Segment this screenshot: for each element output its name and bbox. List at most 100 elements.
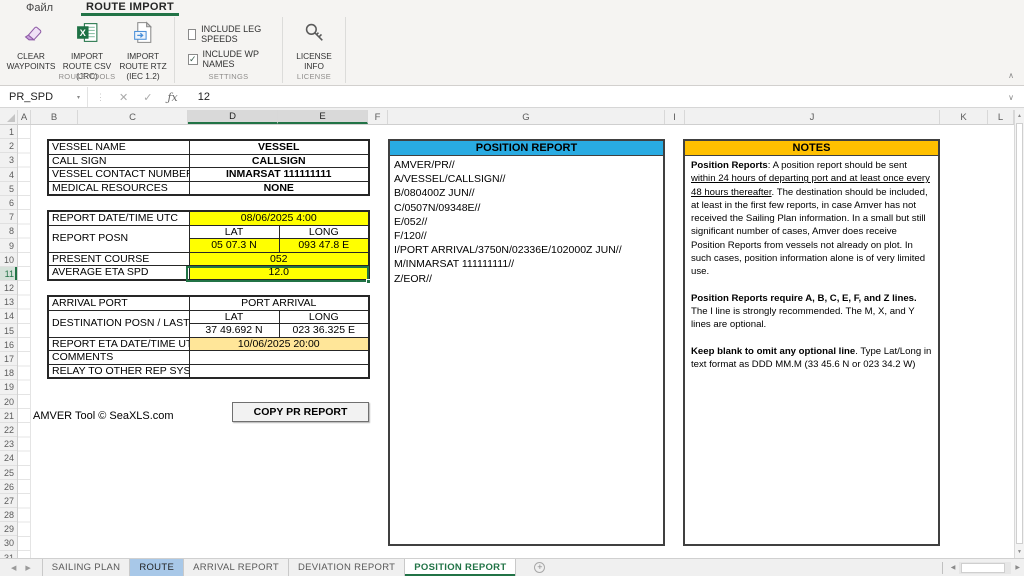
medical-resources-label[interactable]: MEDICAL RESOURCES [48, 181, 189, 195]
row-header-22[interactable]: 22 [0, 423, 17, 437]
relay-value[interactable] [189, 364, 369, 378]
scroll-up-icon[interactable]: ▲ [1015, 110, 1024, 122]
dest-long-header[interactable]: LONG [279, 310, 369, 324]
row-header-30[interactable]: 30 [0, 536, 17, 550]
average-eta-spd-label[interactable]: AVERAGE ETA SPD [48, 266, 189, 280]
dest-long-value[interactable]: 023 36.325 E [279, 324, 369, 338]
sheet-tab-position-report[interactable]: POSITION REPORT [405, 559, 516, 576]
include-wp-names-option[interactable]: INCLUDE WP NAMES [188, 49, 269, 69]
dest-lat-header[interactable]: LAT [189, 310, 279, 324]
column-header-e[interactable]: E [278, 110, 368, 124]
row-header-9[interactable]: 9 [0, 239, 17, 253]
license-info-button[interactable]: LICENSE INFO [286, 17, 342, 72]
row-header-3[interactable]: 3 [0, 153, 17, 167]
relay-label[interactable]: RELAY TO OTHER REP SYSTEMS [48, 364, 189, 378]
select-all-button[interactable] [0, 110, 18, 124]
scroll-left-icon[interactable]: ◀ [947, 564, 960, 571]
prev-sheet-icon[interactable]: ◀ [11, 564, 16, 572]
name-box[interactable]: PR_SPD ▾ [0, 87, 88, 107]
call-sign-label[interactable]: CALL SIGN [48, 154, 189, 168]
dest-lat-value[interactable]: 37 49.692 N [189, 324, 279, 338]
report-posn-label[interactable]: REPORT POSN [48, 225, 189, 252]
column-header-b[interactable]: B [31, 110, 78, 124]
destination-posn-label[interactable]: DESTINATION POSN / LAST WP [48, 310, 189, 337]
horizontal-scrollbar-track[interactable] [959, 562, 1011, 574]
row-header-21[interactable]: 21 [0, 409, 17, 423]
row-header-24[interactable]: 24 [0, 451, 17, 465]
long-header[interactable]: LONG [279, 225, 369, 239]
row-header-27[interactable]: 27 [0, 494, 17, 508]
vertical-scrollbar[interactable]: ▲ ▼ [1014, 110, 1024, 558]
comments-label[interactable]: COMMENTS [48, 351, 189, 365]
vessel-name-value[interactable]: VESSEL [189, 140, 369, 154]
include-wp-names-checkbox[interactable] [188, 54, 198, 65]
arrival-port-label[interactable]: ARRIVAL PORT [48, 296, 189, 310]
column-header-a[interactable]: A [18, 110, 31, 124]
report-eta-value[interactable]: 10/06/2025 20:00 [189, 337, 369, 351]
next-sheet-icon[interactable]: ▶ [25, 564, 30, 572]
row-header-14[interactable]: 14 [0, 309, 17, 323]
row-header-25[interactable]: 25 [0, 466, 17, 480]
lat-header[interactable]: LAT [189, 225, 279, 239]
sheet-tab-arrival-report[interactable]: ARRIVAL REPORT [184, 559, 289, 576]
copy-pr-report-button[interactable]: COPY PR REPORT [232, 402, 369, 422]
row-header-5[interactable]: 5 [0, 182, 17, 196]
comments-value[interactable] [189, 351, 369, 365]
row-header-20[interactable]: 20 [0, 395, 17, 409]
sheet-tab-route[interactable]: ROUTE [130, 559, 184, 576]
row-header-11[interactable]: 11 [0, 267, 17, 281]
contact-number-label[interactable]: VESSEL CONTACT NUMBER [48, 168, 189, 182]
row-header-28[interactable]: 28 [0, 508, 17, 522]
column-header-f[interactable]: F [368, 110, 388, 124]
column-header-l[interactable]: L [988, 110, 1014, 124]
column-header-k[interactable]: K [940, 110, 988, 124]
present-course-value[interactable]: 052 [189, 252, 369, 266]
column-header-g[interactable]: G [388, 110, 665, 124]
vertical-scrollbar-thumb[interactable] [1016, 123, 1023, 544]
new-sheet-button[interactable]: + [534, 559, 545, 576]
row-header-26[interactable]: 26 [0, 480, 17, 494]
present-course-label[interactable]: PRESENT COURSE [48, 252, 189, 266]
row-header-31[interactable]: 31 [0, 551, 17, 558]
include-leg-speeds-checkbox[interactable] [188, 29, 196, 40]
call-sign-value[interactable]: CALLSIGN [189, 154, 369, 168]
row-header-15[interactable]: 15 [0, 324, 17, 338]
report-eta-label[interactable]: REPORT ETA DATE/TIME UTC [48, 337, 189, 351]
sheet-tab-deviation-report[interactable]: DEVIATION REPORT [289, 559, 405, 576]
vessel-name-label[interactable]: VESSEL NAME [48, 140, 189, 154]
column-header-d[interactable]: D [188, 110, 278, 124]
row-header-16[interactable]: 16 [0, 338, 17, 352]
cancel-icon[interactable]: ✕ [119, 91, 128, 104]
scroll-down-icon[interactable]: ▼ [1015, 546, 1024, 558]
row-header-13[interactable]: 13 [0, 295, 17, 309]
report-datetime-value[interactable]: 08/06/2025 4:00 [189, 211, 369, 225]
arrival-port-value[interactable]: PORT ARRIVAL [189, 296, 369, 310]
name-box-dropdown-icon[interactable]: ▾ [77, 94, 87, 101]
average-eta-spd-value[interactable]: 12.0 [189, 266, 369, 280]
row-header-17[interactable]: 17 [0, 352, 17, 366]
insert-function-icon[interactable]: ƒx [167, 91, 177, 104]
row-header-1[interactable]: 1 [0, 125, 17, 139]
sheet-tab-sailing-plan[interactable]: SAILING PLAN [43, 559, 131, 576]
row-header-19[interactable]: 19 [0, 380, 17, 394]
row-header-7[interactable]: 7 [0, 210, 17, 224]
scroll-right-icon[interactable]: ▶ [1011, 564, 1024, 571]
row-header-10[interactable]: 10 [0, 253, 17, 267]
ribbon-collapse-icon[interactable]: ∧ [1008, 71, 1014, 80]
column-header-i[interactable]: I [665, 110, 685, 124]
contact-number-value[interactable]: INMARSAT 111111111 [189, 168, 369, 182]
row-header-12[interactable]: 12 [0, 281, 17, 295]
formula-input[interactable]: 12 [198, 91, 210, 103]
report-long-value[interactable]: 093 47.8 E [279, 239, 369, 253]
report-datetime-label[interactable]: REPORT DATE/TIME UTC [48, 211, 189, 225]
medical-resources-value[interactable]: NONE [189, 181, 369, 195]
row-header-8[interactable]: 8 [0, 224, 17, 238]
clear-waypoints-button[interactable]: CLEAR WAYPOINTS [3, 17, 59, 72]
horizontal-scrollbar[interactable]: ◀ ▶ [942, 559, 1024, 576]
include-leg-speeds-option[interactable]: INCLUDE LEG SPEEDS [188, 24, 269, 44]
row-header-18[interactable]: 18 [0, 366, 17, 380]
ribbon-tab-route-import[interactable]: ROUTE IMPORT [81, 0, 179, 16]
column-header-c[interactable]: C [78, 110, 188, 124]
tab-split-handle[interactable] [942, 562, 943, 574]
row-header-29[interactable]: 29 [0, 522, 17, 536]
